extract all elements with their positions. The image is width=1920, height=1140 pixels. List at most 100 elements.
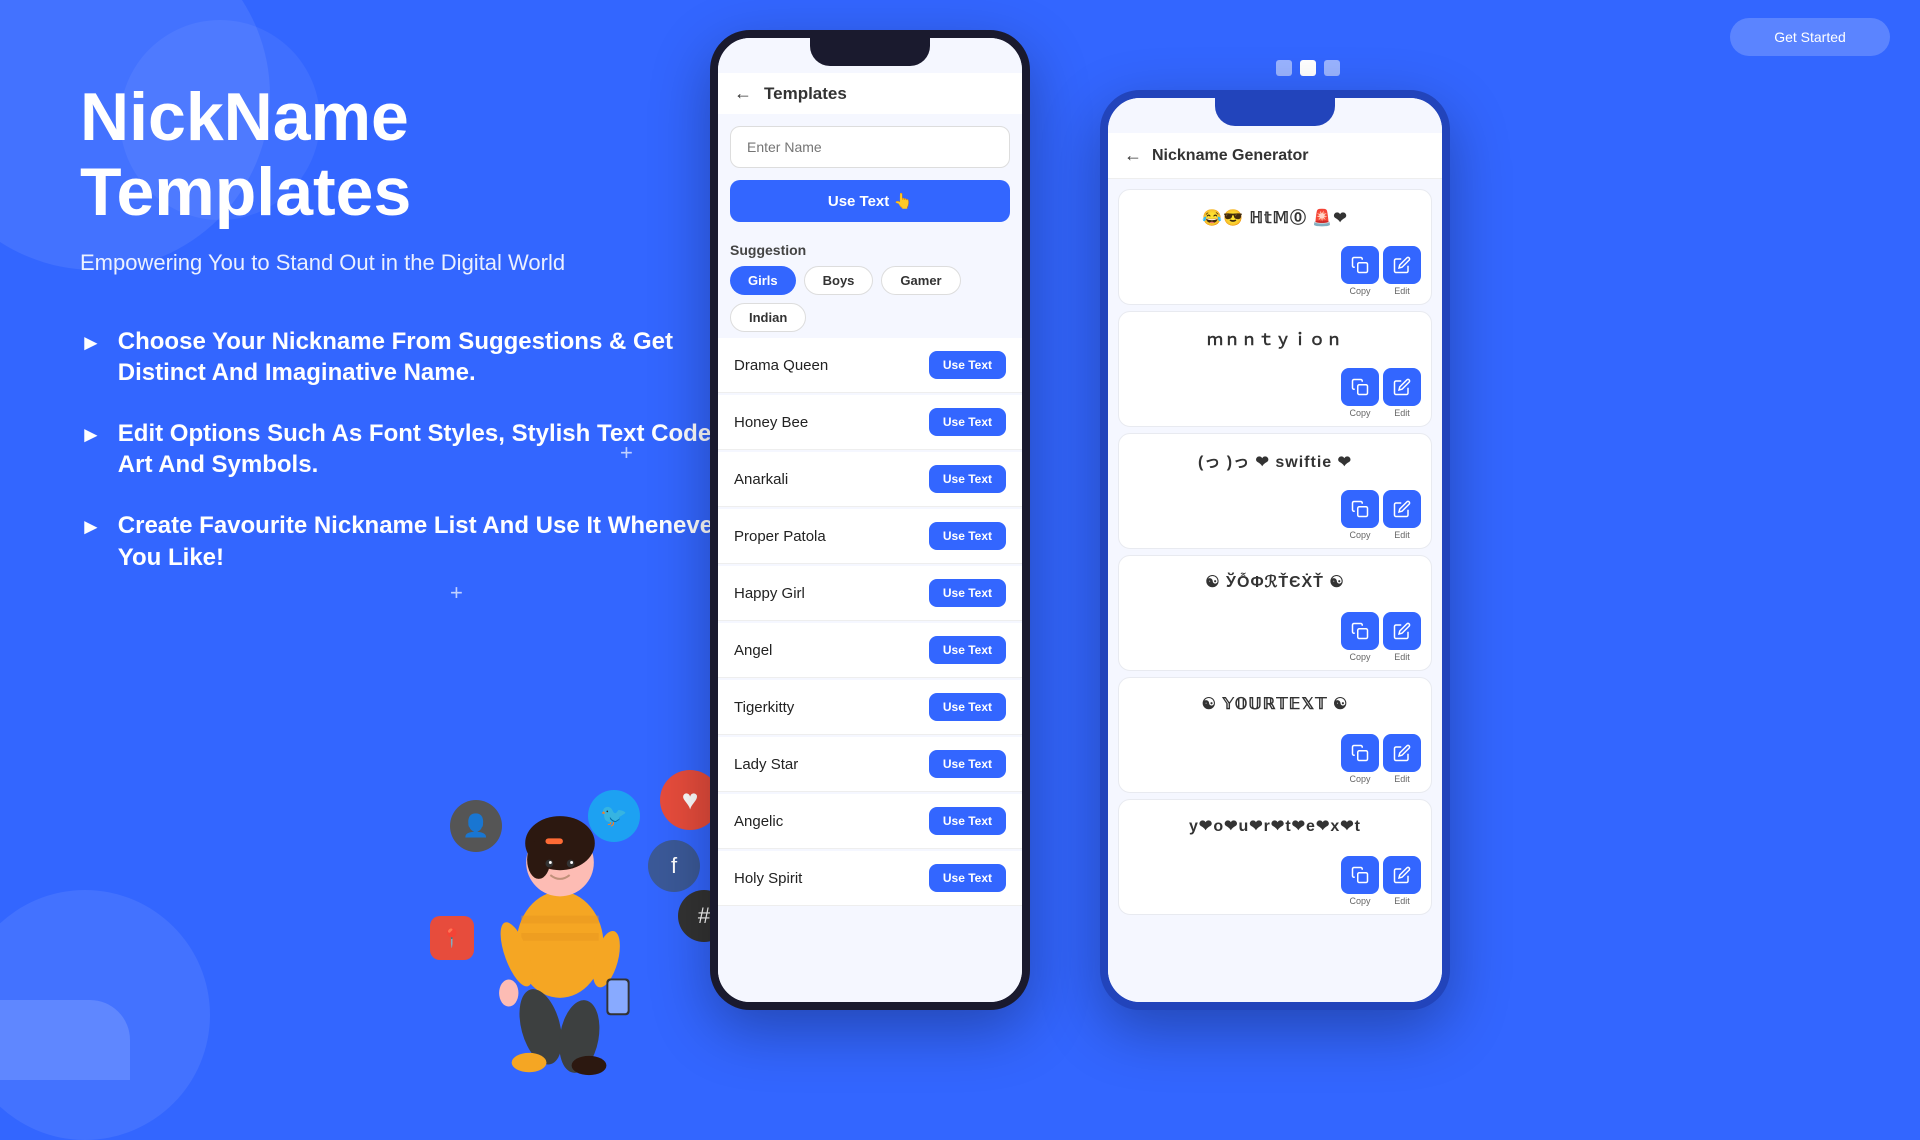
main-title: NickName Templates xyxy=(80,80,740,230)
use-text-button[interactable]: Use Text xyxy=(929,750,1006,778)
gen-item-4: ☯ ЎỖΦℛŤЄẊŤ ☯ Copy Edit xyxy=(1118,555,1432,671)
edit-button-5[interactable] xyxy=(1383,734,1421,772)
use-text-button[interactable]: Use Text xyxy=(929,465,1006,493)
dot-3 xyxy=(1324,60,1340,76)
copy-wrapper-6: Copy xyxy=(1341,856,1379,906)
copy-button-6[interactable] xyxy=(1341,856,1379,894)
phone2-notch xyxy=(1215,98,1335,126)
nickname-item: Anarkali Use Text xyxy=(718,452,1022,507)
top-right-button[interactable]: Get Started xyxy=(1730,18,1890,56)
copy-button-5[interactable] xyxy=(1341,734,1379,772)
gen-actions-5: Copy Edit xyxy=(1119,730,1431,792)
use-text-button[interactable]: Use Text xyxy=(929,579,1006,607)
name-input[interactable] xyxy=(730,126,1010,168)
nickname-name: Honey Bee xyxy=(734,414,808,431)
phone2-back[interactable]: ← xyxy=(1124,145,1142,166)
edit-wrapper-6: Edit xyxy=(1383,856,1421,906)
edit-button-1[interactable] xyxy=(1383,246,1421,284)
use-text-button[interactable]: Use Text xyxy=(929,351,1006,379)
copy-label-6: Copy xyxy=(1349,896,1370,906)
illustration: ♥ 🐦 f 👤 # 📍 xyxy=(420,760,740,1080)
edit-wrapper-2: Edit xyxy=(1383,368,1421,418)
use-text-button[interactable]: Use Text xyxy=(929,864,1006,892)
gen-text-6: y❤o❤u❤r❤t❤e❤x❤t xyxy=(1119,800,1431,852)
gen-text-2: ｍｎｎｔｙｉｏｎ xyxy=(1119,312,1431,364)
edit-button-6[interactable] xyxy=(1383,856,1421,894)
copy-button-4[interactable] xyxy=(1341,612,1379,650)
use-text-button[interactable]: Use Text xyxy=(929,807,1006,835)
phone1-screen: ← Templates Use Text 👆 Suggestion Girls … xyxy=(718,38,1022,1002)
nickname-item: Drama Queen Use Text xyxy=(718,338,1022,393)
feature-list: ► Choose Your Nickname From Suggestions … xyxy=(80,326,740,573)
edit-button-2[interactable] xyxy=(1383,368,1421,406)
nickname-item: Angelic Use Text xyxy=(718,794,1022,849)
edit-label-3: Edit xyxy=(1394,530,1410,540)
gen-actions-2: Copy Edit xyxy=(1119,364,1431,426)
back-arrow[interactable]: ← xyxy=(734,83,752,104)
copy-label-4: Copy xyxy=(1349,652,1370,662)
edit-label-4: Edit xyxy=(1394,652,1410,662)
copy-button-2[interactable] xyxy=(1341,368,1379,406)
suggestion-label: Suggestion xyxy=(730,242,1010,258)
use-text-button[interactable]: Use Text xyxy=(929,408,1006,436)
feature-item-2: ► Edit Options Such As Font Styles, Styl… xyxy=(80,418,740,480)
nickname-name: Happy Girl xyxy=(734,585,805,602)
phone1-header: ← Templates xyxy=(718,73,1022,114)
gen-actions-4: Copy Edit xyxy=(1119,608,1431,670)
nickname-name: Tigerkitty xyxy=(734,699,794,716)
gen-actions-3: Copy Edit xyxy=(1119,486,1431,548)
use-text-main-button[interactable]: Use Text 👆 xyxy=(730,180,1010,222)
gen-text-5: ☯ 𝕐𝕆𝕌ℝ𝕋𝔼𝕏𝕋 ☯ xyxy=(1119,678,1431,730)
phone2: ← Nickname Generator 😂😎 ℍ𝕥𝕄⓪ 🚨❤ Copy xyxy=(1100,90,1450,1010)
bottom-left-blob xyxy=(0,1000,130,1080)
left-content: NickName Templates Empowering You to Sta… xyxy=(80,80,740,573)
feature-item-3: ► Create Favourite Nickname List And Use… xyxy=(80,510,740,572)
chip-boys[interactable]: Boys xyxy=(804,266,874,295)
copy-wrapper-5: Copy xyxy=(1341,734,1379,784)
feature-text-2: Edit Options Such As Font Styles, Stylis… xyxy=(118,418,740,480)
arrow-icon-2: ► xyxy=(80,421,102,450)
nickname-item: Holy Spirit Use Text xyxy=(718,851,1022,906)
edit-button-4[interactable] xyxy=(1383,612,1421,650)
gen-list: 😂😎 ℍ𝕥𝕄⓪ 🚨❤ Copy Edit xyxy=(1108,179,1442,1002)
copy-label-1: Copy xyxy=(1349,286,1370,296)
use-text-button[interactable]: Use Text xyxy=(929,636,1006,664)
nickname-item: Angel Use Text xyxy=(718,623,1022,678)
edit-label-5: Edit xyxy=(1394,774,1410,784)
suggestion-section: Suggestion Girls Boys Gamer Indian xyxy=(718,234,1022,338)
gen-actions-6: Copy Edit xyxy=(1119,852,1431,914)
edit-button-3[interactable] xyxy=(1383,490,1421,528)
copy-button-3[interactable] xyxy=(1341,490,1379,528)
gen-actions-1: Copy Edit xyxy=(1119,242,1431,304)
subtitle: Empowering You to Stand Out in the Digit… xyxy=(80,250,740,276)
nickname-item: Happy Girl Use Text xyxy=(718,566,1022,621)
nickname-item: Proper Patola Use Text xyxy=(718,509,1022,564)
arrow-icon-3: ► xyxy=(80,513,102,542)
nickname-name: Proper Patola xyxy=(734,528,826,545)
chip-indian[interactable]: Indian xyxy=(730,303,806,332)
gen-item-5: ☯ 𝕐𝕆𝕌ℝ𝕋𝔼𝕏𝕋 ☯ Copy E xyxy=(1118,677,1432,793)
copy-label-3: Copy xyxy=(1349,530,1370,540)
nickname-name: Lady Star xyxy=(734,756,798,773)
phone1: ← Templates Use Text 👆 Suggestion Girls … xyxy=(710,30,1030,1010)
chip-gamer[interactable]: Gamer xyxy=(881,266,960,295)
copy-wrapper-2: Copy xyxy=(1341,368,1379,418)
gen-text-4: ☯ ЎỖΦℛŤЄẊŤ ☯ xyxy=(1119,556,1431,608)
use-text-button[interactable]: Use Text xyxy=(929,522,1006,550)
edit-wrapper-5: Edit xyxy=(1383,734,1421,784)
feature-item-1: ► Choose Your Nickname From Suggestions … xyxy=(80,326,740,388)
gen-item-3: (っ )っ ❤ swiftie ❤ Copy Edi xyxy=(1118,433,1432,549)
chip-girls[interactable]: Girls xyxy=(730,266,796,295)
gen-item-6: y❤o❤u❤r❤t❤e❤x❤t Copy Edit xyxy=(1118,799,1432,915)
copy-label-2: Copy xyxy=(1349,408,1370,418)
nickname-name: Angelic xyxy=(734,813,783,830)
phone1-title: Templates xyxy=(764,84,847,104)
use-text-button[interactable]: Use Text xyxy=(929,693,1006,721)
plus-3: + xyxy=(450,580,463,606)
copy-button-1[interactable] xyxy=(1341,246,1379,284)
arrow-icon-1: ► xyxy=(80,329,102,358)
nickname-list: Drama Queen Use Text Honey Bee Use Text … xyxy=(718,338,1022,1002)
nickname-name: Anarkali xyxy=(734,471,788,488)
girl-svg xyxy=(460,790,660,1080)
nickname-item: Lady Star Use Text xyxy=(718,737,1022,792)
